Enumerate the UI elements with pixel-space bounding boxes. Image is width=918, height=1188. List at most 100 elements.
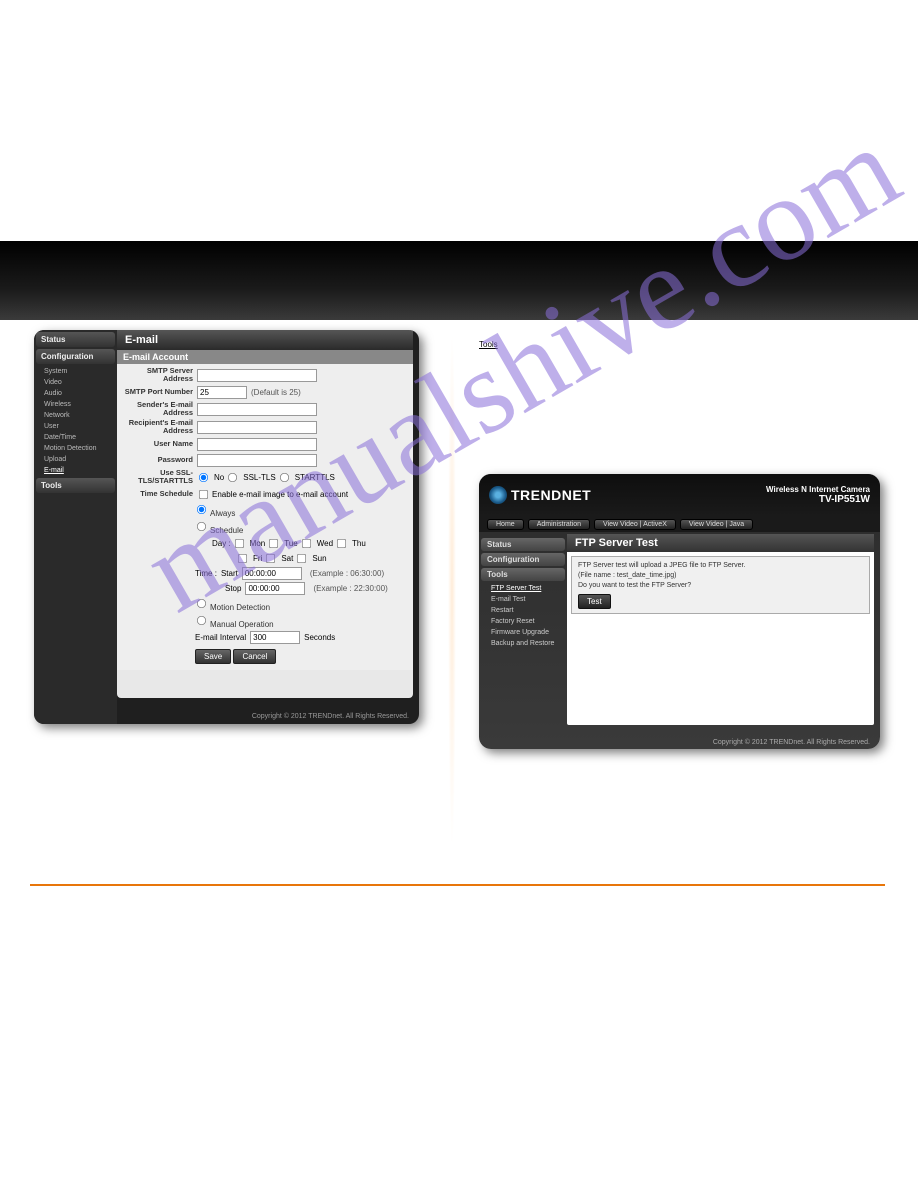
motion-label: Motion Detection (210, 603, 270, 612)
interval-label: E-mail Interval (195, 633, 246, 642)
sidebar-header-status[interactable]: Status (36, 332, 115, 347)
top-nav: Home Administration View Video | ActiveX… (479, 516, 880, 532)
r-sidebar-status[interactable]: Status (481, 538, 565, 551)
label-smtp-server: SMTP Server Address (121, 367, 197, 383)
ftp-main-panel: FTP Server Test FTP Server test will upl… (567, 534, 874, 725)
sidebar-item-user[interactable]: User (34, 421, 117, 432)
enable-email-checkbox[interactable] (199, 489, 208, 498)
sidebar-item-system[interactable]: System (34, 366, 117, 377)
label-schedule: Time Schedule (121, 490, 197, 498)
email-form: E-mail E-mail Account SMTP Server Addres… (117, 330, 413, 698)
smtp-port-input[interactable] (197, 386, 247, 399)
day-thu[interactable] (337, 539, 346, 548)
right-sidebar: Status Configuration Tools FTP Server Te… (479, 532, 567, 731)
ssl-tls-radio[interactable] (228, 472, 237, 481)
nav-home[interactable]: Home (487, 519, 524, 530)
model-line2: TV-IP551W (766, 494, 870, 505)
cancel-button[interactable]: Cancel (233, 649, 276, 664)
start-label: Start (221, 569, 238, 578)
test-button[interactable]: Test (578, 594, 611, 609)
motion-radio[interactable] (197, 599, 206, 608)
ftp-line2: (File name : test_date_time.jpg) (578, 571, 863, 581)
schedule-radio[interactable] (197, 522, 206, 531)
sidebar-item-email[interactable]: E-mail (34, 465, 117, 476)
label-ssl: Use SSL-TLS/STARTTLS (121, 469, 197, 485)
sender-email-input[interactable] (197, 403, 317, 416)
r-item-backup[interactable]: Backup and Restore (481, 638, 565, 649)
label-username: User Name (121, 440, 197, 448)
label-recipient: Recipient's E-mail Address (121, 419, 197, 435)
label-password: Password (121, 456, 197, 464)
ftp-line1: FTP Server test will upload a JPEG file … (578, 561, 863, 571)
r-item-ftp-test[interactable]: FTP Server Test (481, 583, 565, 594)
day-sat[interactable] (266, 554, 275, 563)
model-info: Wireless N Internet Camera TV-IP551W (766, 485, 870, 505)
enable-email-label: Enable e-mail image to e-mail account (212, 490, 348, 499)
r-item-factory-reset[interactable]: Factory Reset (481, 616, 565, 627)
ssl-tls-label: SSL-TLS (243, 473, 275, 482)
nav-activex[interactable]: View Video | ActiveX (594, 519, 676, 530)
brand-text: TRENDNET (511, 487, 591, 503)
always-label: Always (210, 509, 235, 518)
column-divider (448, 330, 456, 850)
ftp-info-box: FTP Server test will upload a JPEG file … (571, 556, 870, 614)
right-copyright: Copyright © 2012 TRENDnet. All Rights Re… (713, 739, 870, 746)
sidebar-item-video[interactable]: Video (34, 377, 117, 388)
nav-admin[interactable]: Administration (528, 519, 590, 530)
day-label: Day : (212, 539, 231, 548)
sidebar-item-datetime[interactable]: Date/Time (34, 432, 117, 443)
stop-example: (Example : 22:30:00) (313, 584, 387, 593)
left-sidebar: Status Configuration System Video Audio … (34, 330, 117, 724)
stop-time-input[interactable] (245, 582, 305, 595)
starttls-radio[interactable] (280, 472, 289, 481)
recipient-email-input[interactable] (197, 421, 317, 434)
day-sun[interactable] (297, 554, 306, 563)
sidebar-header-configuration[interactable]: Configuration (36, 349, 115, 364)
ssl-no-label: No (214, 473, 224, 482)
interval-input[interactable] (250, 631, 300, 644)
ftp-title: FTP Server Test (567, 534, 874, 552)
sidebar-item-network[interactable]: Network (34, 410, 117, 421)
sidebar-item-wireless[interactable]: Wireless (34, 399, 117, 410)
model-line1: Wireless N Internet Camera (766, 485, 870, 494)
port-default-note: (Default is 25) (251, 388, 301, 397)
brand-logo: TRENDNET (489, 486, 591, 504)
window-header: TRENDNET Wireless N Internet Camera TV-I… (479, 474, 880, 516)
manual-label: Manual Operation (210, 620, 274, 629)
day-tue[interactable] (269, 539, 278, 548)
ftp-test-window: TRENDNET Wireless N Internet Camera TV-I… (479, 474, 880, 749)
globe-icon (489, 486, 507, 504)
ssl-no-radio[interactable] (199, 472, 208, 481)
email-config-window: Status Configuration System Video Audio … (34, 330, 419, 724)
horizontal-rule (30, 884, 885, 886)
username-input[interactable] (197, 438, 317, 451)
day-fri[interactable] (238, 554, 247, 563)
manual-radio[interactable] (197, 616, 206, 625)
sidebar-item-audio[interactable]: Audio (34, 388, 117, 399)
smtp-server-input[interactable] (197, 369, 317, 382)
starttls-label: STARTTLS (295, 473, 335, 482)
r-item-restart[interactable]: Restart (481, 605, 565, 616)
email-account-header: E-mail Account (117, 350, 413, 364)
always-radio[interactable] (197, 505, 206, 514)
r-item-email-test[interactable]: E-mail Test (481, 594, 565, 605)
sidebar-item-motion[interactable]: Motion Detection (34, 443, 117, 454)
nav-java[interactable]: View Video | Java (680, 519, 753, 530)
label-smtp-port: SMTP Port Number (121, 388, 197, 396)
start-example: (Example : 06:30:00) (310, 569, 384, 578)
save-button[interactable]: Save (195, 649, 231, 664)
r-sidebar-tools[interactable]: Tools (481, 568, 565, 581)
r-item-firmware[interactable]: Firmware Upgrade (481, 627, 565, 638)
day-wed[interactable] (302, 539, 311, 548)
left-copyright: Copyright © 2012 TRENDnet. All Rights Re… (252, 713, 409, 720)
email-title: E-mail (117, 330, 413, 350)
sidebar-header-tools[interactable]: Tools (36, 478, 115, 493)
password-input[interactable] (197, 454, 317, 467)
day-mon[interactable] (235, 539, 244, 548)
top-banner (0, 241, 918, 320)
time-label: Time : (195, 569, 217, 578)
seconds-label: Seconds (304, 633, 335, 642)
r-sidebar-config[interactable]: Configuration (481, 553, 565, 566)
start-time-input[interactable] (242, 567, 302, 580)
sidebar-item-upload[interactable]: Upload (34, 454, 117, 465)
